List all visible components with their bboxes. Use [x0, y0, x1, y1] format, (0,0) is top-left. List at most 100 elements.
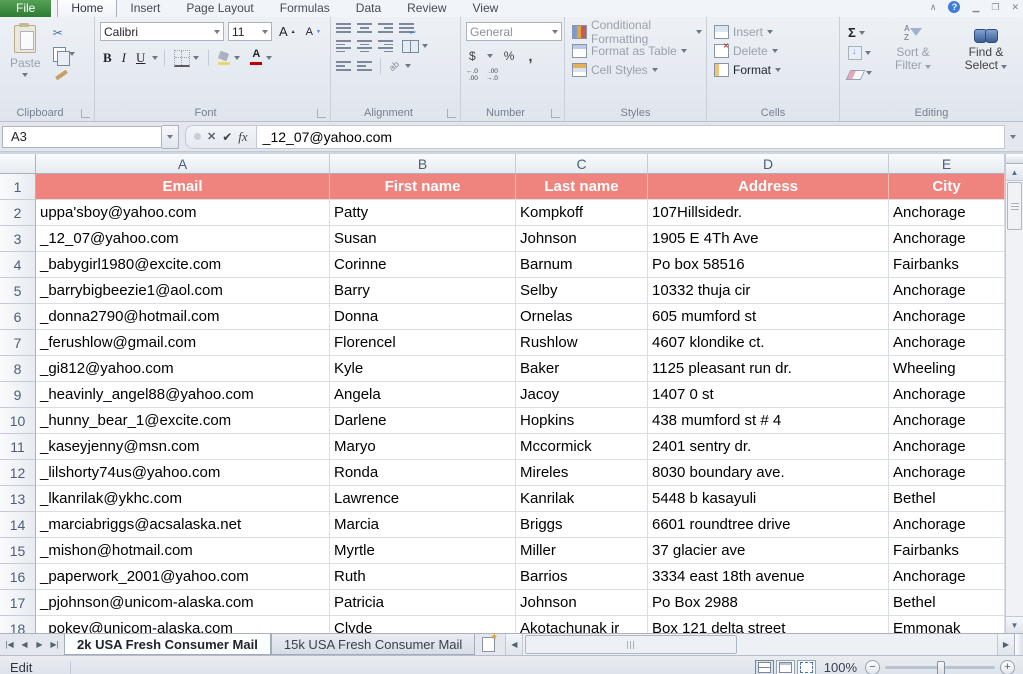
align-left-icon[interactable] [336, 40, 351, 52]
data-cell[interactable]: Anchorage [889, 382, 1005, 408]
row-number[interactable]: 7 [0, 330, 36, 356]
page-layout-view-button[interactable] [776, 660, 795, 674]
align-top-icon[interactable] [336, 22, 351, 34]
normal-view-button[interactable] [755, 660, 774, 674]
data-cell[interactable]: _pokey@unicom-alaska.com [36, 616, 330, 633]
expand-formula-bar[interactable] [1005, 135, 1021, 139]
number-format-combobox[interactable]: General [466, 22, 562, 41]
vertical-scrollbar[interactable]: ▲ ▼ [1005, 154, 1023, 633]
column-header-cell[interactable]: Last name [516, 174, 648, 200]
column-header-A[interactable]: A [36, 154, 330, 174]
data-cell[interactable]: Akotachunak jr [516, 616, 648, 633]
align-bottom-icon[interactable] [378, 22, 393, 34]
data-cell[interactable]: Po Box 2988 [648, 590, 889, 616]
scroll-right-icon[interactable]: ▶ [997, 634, 1014, 655]
data-cell[interactable]: Baker [516, 356, 648, 382]
data-cell[interactable]: Wheeling [889, 356, 1005, 382]
first-sheet-icon[interactable]: |◀ [3, 640, 16, 649]
align-right-icon[interactable] [378, 40, 393, 52]
restore-icon[interactable]: ❐ [991, 2, 999, 12]
enter-icon[interactable] [222, 131, 232, 143]
data-cell[interactable]: Patty [330, 200, 516, 226]
vertical-scroll-thumb[interactable] [1007, 182, 1022, 230]
row-number[interactable]: 8 [0, 356, 36, 382]
column-header-D[interactable]: D [648, 154, 889, 174]
wrap-text-icon[interactable] [399, 22, 414, 34]
data-cell[interactable]: Anchorage [889, 278, 1005, 304]
data-cell[interactable]: Fairbanks [889, 538, 1005, 564]
data-cell[interactable]: _babygirl1980@excite.com [36, 252, 330, 278]
data-cell[interactable]: Corinne [330, 252, 516, 278]
fill-color-button[interactable] [215, 49, 243, 67]
data-cell[interactable]: _marciabriggs@acsalaska.net [36, 512, 330, 538]
data-cell[interactable]: _barrybigbeezie1@aol.com [36, 278, 330, 304]
row-number[interactable]: 15 [0, 538, 36, 564]
data-cell[interactable]: _12_07@yahoo.com [36, 226, 330, 252]
row-number[interactable]: 18 [0, 616, 36, 633]
data-cell[interactable]: Mireles [516, 460, 648, 486]
data-cell[interactable]: Ronda [330, 460, 516, 486]
name-box-dropdown[interactable] [162, 125, 179, 149]
data-cell[interactable]: Bethel [889, 486, 1005, 512]
data-cell[interactable]: Florencel [330, 330, 516, 356]
data-cell[interactable]: 1905 E 4Th Ave [648, 226, 889, 252]
horizontal-scroll-thumb[interactable] [525, 635, 737, 654]
merge-center-button[interactable] [399, 37, 431, 55]
row-number[interactable]: 4 [0, 252, 36, 278]
decrease-indent-icon[interactable] [336, 60, 351, 72]
data-cell[interactable]: Selby [516, 278, 648, 304]
font-dialog-launcher-icon[interactable] [317, 109, 326, 118]
comma-style-icon[interactable] [525, 47, 535, 65]
cut-icon[interactable] [50, 24, 78, 42]
decrease-decimal-icon[interactable]: .00 →.0 [486, 69, 498, 82]
column-header-cell[interactable]: Address [648, 174, 889, 200]
accounting-dropdown-icon[interactable] [487, 54, 493, 58]
formula-input[interactable]: _12_07@yahoo.com [257, 125, 1005, 149]
bold-icon[interactable] [100, 49, 115, 67]
align-middle-icon[interactable] [357, 22, 372, 34]
data-cell[interactable]: Anchorage [889, 200, 1005, 226]
data-cell[interactable]: Barry [330, 278, 516, 304]
name-box[interactable]: A3 [2, 126, 162, 148]
select-all-corner[interactable] [0, 154, 36, 174]
paste-button[interactable]: Paste [5, 22, 46, 105]
italic-icon[interactable] [119, 49, 129, 67]
data-cell[interactable]: Ruth [330, 564, 516, 590]
data-cell[interactable]: Anchorage [889, 330, 1005, 356]
ribbon-tab-formulas[interactable]: Formulas [267, 0, 343, 17]
font-size-combobox[interactable]: 11 [228, 22, 272, 41]
data-cell[interactable]: Anchorage [889, 564, 1005, 590]
data-cell[interactable]: Barrios [516, 564, 648, 590]
data-cell[interactable]: 107Hillsidedr. [648, 200, 889, 226]
collapse-ribbon-icon[interactable]: ∧ [930, 2, 937, 12]
ribbon-tab-view[interactable]: View [460, 0, 512, 17]
data-cell[interactable]: 438 mumford st # 4 [648, 408, 889, 434]
data-cell[interactable]: 8030 boundary ave. [648, 460, 889, 486]
data-cell[interactable]: Anchorage [889, 408, 1005, 434]
number-dialog-launcher-icon[interactable] [551, 109, 560, 118]
clipboard-dialog-launcher-icon[interactable] [81, 109, 90, 118]
find-select-button[interactable]: Find & Select [951, 22, 1021, 105]
format-painter-button[interactable] [50, 66, 78, 84]
row-number[interactable]: 3 [0, 226, 36, 252]
data-cell[interactable]: Johnson [516, 226, 648, 252]
data-cell[interactable]: Kanrilak [516, 486, 648, 512]
insert-function-icon[interactable] [238, 131, 247, 143]
horizontal-scrollbar[interactable]: ◀ ▶ [505, 634, 1023, 655]
column-header-cell[interactable]: City [889, 174, 1005, 200]
data-cell[interactable]: Fairbanks [889, 252, 1005, 278]
data-cell[interactable]: Anchorage [889, 434, 1005, 460]
row-number[interactable]: 13 [0, 486, 36, 512]
row-number[interactable]: 6 [0, 304, 36, 330]
data-cell[interactable]: Maryo [330, 434, 516, 460]
help-icon[interactable]: ? [948, 1, 960, 13]
underline-dropdown-icon[interactable] [152, 56, 158, 60]
column-header-E[interactable]: E [889, 154, 1005, 174]
data-cell[interactable]: _gi812@yahoo.com [36, 356, 330, 382]
column-header-cell[interactable]: Email [36, 174, 330, 200]
last-sheet-icon[interactable]: ▶| [48, 640, 61, 649]
data-cell[interactable]: Briggs [516, 512, 648, 538]
data-cell[interactable]: _hunny_bear_1@excite.com [36, 408, 330, 434]
row-number[interactable]: 2 [0, 200, 36, 226]
data-cell[interactable]: _lkanrilak@ykhc.com [36, 486, 330, 512]
